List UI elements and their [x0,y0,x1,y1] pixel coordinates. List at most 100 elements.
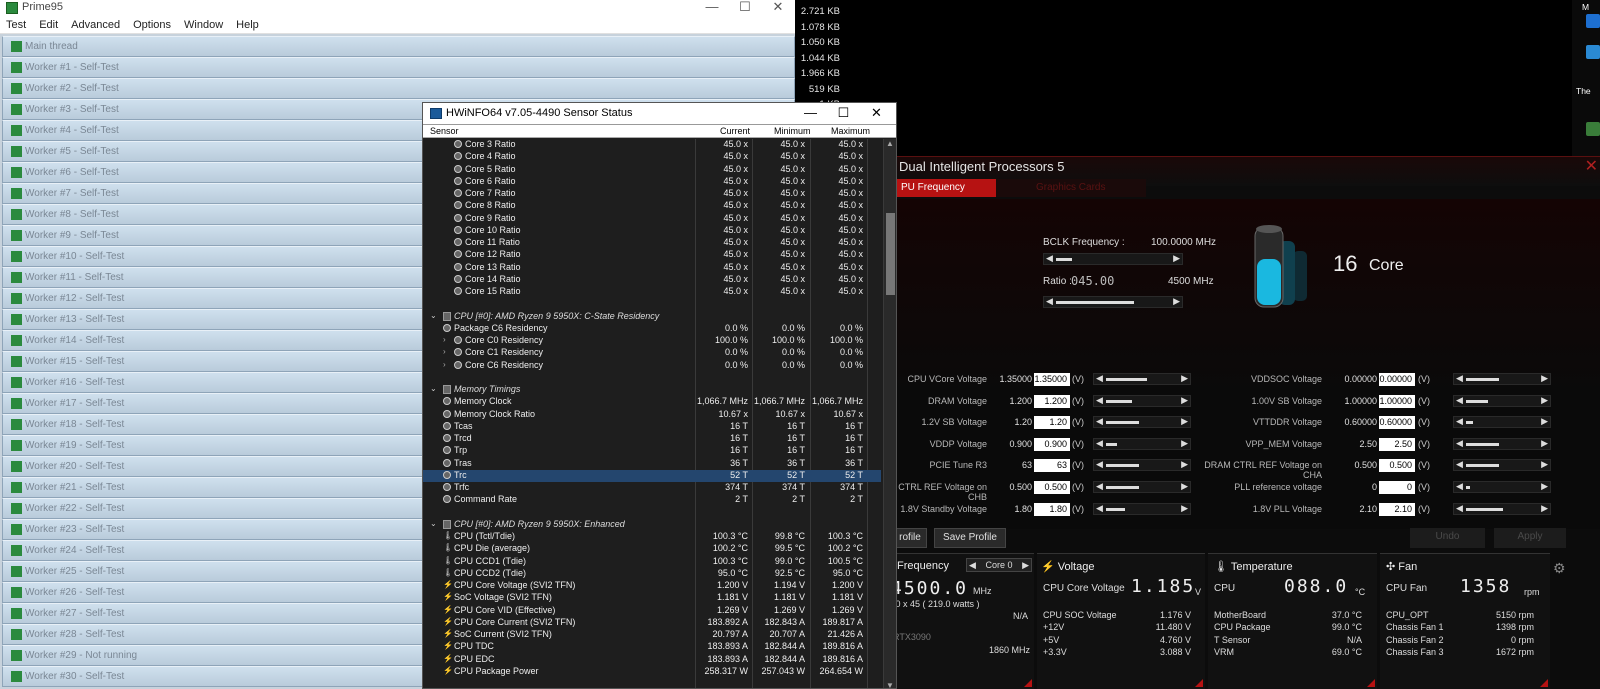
chevron-right-icon[interactable]: ▶ [1181,373,1188,384]
table-row[interactable]: Core 12 Ratio 45.0 x 45.0 x 45.0 x [423,249,881,261]
chevron-left-icon[interactable]: ◀ [1456,438,1463,449]
voltage-slider[interactable]: ◀ ▶ [1453,373,1551,385]
table-row[interactable]: Trfc 374 T 374 T 374 T [423,482,881,494]
voltage-slider[interactable]: ◀ ▶ [1093,394,1191,407]
voltage-input[interactable]: 0 [1379,481,1415,494]
voltage-input[interactable]: 0.00000 [1379,373,1415,386]
expand-icon[interactable]: › [443,360,446,369]
maximize-icon[interactable]: ☐ [729,0,761,15]
table-row[interactable]: Core 3 Ratio 45.0 x 45.0 x 45.0 x [423,139,881,151]
hwinfo-titlebar[interactable]: HWiNFO64 v7.05-4490 Sensor Status — ☐ ✕ [423,103,896,125]
maximize-icon[interactable]: ☐ [827,105,860,121]
chevron-right-icon[interactable]: ▶ [1541,438,1548,449]
chevron-left-icon[interactable]: ◀ [1456,481,1463,492]
voltage-input[interactable]: 1.200 [1034,394,1070,408]
voltage-slider[interactable]: ◀ ▶ [1093,437,1191,450]
table-row[interactable]: ⚡ CPU Core Current (SVI2 TFN) 183.892 A 182… [423,617,881,629]
table-row[interactable]: Core 8 Ratio 45.0 x 45.0 x 45.0 x [423,200,881,212]
table-row[interactable]: 🌡 CPU Die (average) 100.2 °C 99.5 °C 100.2 °… [423,543,881,555]
voltage-slider[interactable]: ◀ ▶ [1453,437,1551,450]
table-row[interactable]: ⚡ CPU TDC 183.893 A 182.844 A 189.816 A [423,641,881,653]
bclk-slider[interactable]: ◀ ▶ [1043,253,1183,265]
chevron-right-icon[interactable]: ▶ [1022,559,1029,571]
chevron-right-icon[interactable]: ▶ [1541,373,1548,384]
table-row[interactable]: › Core C1 Residency 0.0 % 0.0 % 0.0 % [423,347,881,359]
desktop-app-icon[interactable] [1586,45,1600,59]
menu-options[interactable]: Options [133,19,171,31]
voltage-slider[interactable]: ◀ ▶ [1453,502,1551,515]
chevron-left-icon[interactable]: ◀ [1456,373,1463,384]
close-icon[interactable]: ✕ [1585,156,1598,176]
menu-edit[interactable]: Edit [39,19,58,31]
col-minimum[interactable]: Minimum [774,126,811,136]
table-row[interactable]: Package C6 Residency 0.0 % 0.0 % 0.0 % [423,323,881,335]
chevron-left-icon[interactable]: ◀ [1096,503,1103,514]
table-row[interactable]: Core 4 Ratio 45.0 x 45.0 x 45.0 x [423,151,881,163]
voltage-slider[interactable]: ◀ ▶ [1453,481,1551,493]
table-row[interactable]: 🌡 CPU CCD1 (Tdie) 100.3 °C 99.0 °C 100.5 °C [423,556,881,568]
chevron-left-icon[interactable]: ◀ [1096,416,1103,427]
table-row[interactable]: Trcd 16 T 16 T 16 T [423,433,881,445]
sensor-group[interactable]: ⌄ Memory Timings [423,384,881,396]
voltage-input[interactable]: 2.10 [1379,502,1415,516]
table-row[interactable]: ⚡ SoC Voltage (SVI2 TFN) 1.181 V 1.181 V 1.1… [423,592,881,604]
scroll-down-icon[interactable]: ▼ [886,681,894,688]
chevron-down-icon[interactable]: ⌄ [430,519,437,528]
chevron-right-icon[interactable]: ▶ [1181,395,1188,406]
voltage-slider[interactable]: ◀ ▶ [1453,416,1551,429]
chevron-down-icon[interactable]: ⌄ [430,384,437,393]
voltage-slider[interactable]: ◀ ▶ [1093,502,1191,515]
chevron-right-icon[interactable]: ▶ [1181,503,1188,514]
sensor-group[interactable]: ⌄ CPU [#0]: AMD Ryzen 9 5950X: C-State Re… [423,311,881,323]
table-row[interactable]: › Core C0 Residency 100.0 % 100.0 % 100.0 % [423,335,881,347]
chevron-left-icon[interactable]: ◀ [1456,503,1463,514]
table-row[interactable]: Memory Clock Ratio 10.67 x 10.67 x 10.67 x [423,409,881,421]
thread-window[interactable]: Main thread [2,36,795,57]
undo-button[interactable]: Undo [1410,528,1485,548]
minimize-icon[interactable]: — [696,0,728,14]
expand-icon[interactable]: › [443,347,446,356]
apply-button[interactable]: Apply [1494,528,1566,548]
tab-cpu-frequency[interactable]: PU Frequency [897,179,996,197]
table-row[interactable]: ⚡ CPU Core VID (Effective) 1.269 V 1.269 V 1… [423,605,881,617]
close-icon[interactable]: ✕ [860,105,893,121]
table-row[interactable]: ⚡ CPU Package Power 258.317 W 257.043 W 264.… [423,666,881,678]
chevron-right-icon[interactable]: ▶ [1181,459,1188,470]
menu-test[interactable]: Test [6,19,26,31]
chevron-right-icon[interactable]: ▶ [1541,395,1548,406]
chevron-left-icon[interactable]: ◀ [1096,373,1103,384]
table-row[interactable]: Core 9 Ratio 45.0 x 45.0 x 45.0 x [423,213,881,225]
table-row[interactable]: 🌡 CPU CCD2 (Tdie) 95.0 °C 92.5 °C 95.0 °C [423,568,881,580]
voltage-input[interactable]: 0.500 [1034,481,1070,494]
table-row[interactable]: Trp 16 T 16 T 16 T [423,445,881,457]
table-row[interactable]: Command Rate 2 T 2 T 2 T [423,494,881,506]
table-row[interactable]: Core 15 Ratio 45.0 x 45.0 x 45.0 x [423,286,881,298]
voltage-slider[interactable]: ◀ ▶ [1093,416,1191,429]
col-current[interactable]: Current [720,126,750,136]
voltage-input[interactable]: 1.35000 [1034,373,1070,386]
chevron-right-icon[interactable]: ▶ [1541,481,1548,492]
desktop-app-icon[interactable] [1586,14,1600,28]
expand-icon[interactable]: › [443,335,446,344]
prime95-titlebar[interactable]: Prime95 — ☐ ✕ [0,0,795,16]
chevron-down-icon[interactable]: ⌄ [430,311,437,320]
chevron-left-icon[interactable]: ◀ [1456,416,1463,427]
chevron-right-icon[interactable]: ▶ [1181,481,1188,492]
sensor-group[interactable]: ⌄ CPU [#0]: AMD Ryzen 9 5950X: Enhanced [423,519,881,531]
chevron-right-icon[interactable]: ▶ [1181,438,1188,449]
voltage-slider[interactable]: ◀ ▶ [1453,459,1551,472]
table-row[interactable]: ⚡ SoC Current (SVI2 TFN) 20.797 A 20.707 A 2… [423,629,881,641]
profile-button[interactable]: rofile [897,528,927,548]
desktop-app-icon[interactable] [1586,122,1600,136]
table-row[interactable]: › Core C6 Residency 0.0 % 0.0 % 0.0 % [423,360,881,372]
table-row[interactable]: Core 10 Ratio 45.0 x 45.0 x 45.0 x [423,225,881,237]
scroll-up-icon[interactable]: ▲ [886,139,894,148]
chevron-right-icon[interactable]: ▶ [1541,503,1548,514]
table-row[interactable]: 🌡 CPU (Tctl/Tdie) 100.3 °C 99.8 °C 100.3 °C [423,531,881,543]
chevron-left-icon[interactable]: ◀ [1096,481,1103,492]
voltage-slider[interactable]: ◀ ▶ [1453,394,1551,407]
save-profile-button[interactable]: Save Profile [934,528,1006,548]
chevron-right-icon[interactable]: ▶ [1541,416,1548,427]
chevron-right-icon[interactable]: ▶ [1181,416,1188,427]
voltage-input[interactable]: 1.00000 [1379,394,1415,408]
